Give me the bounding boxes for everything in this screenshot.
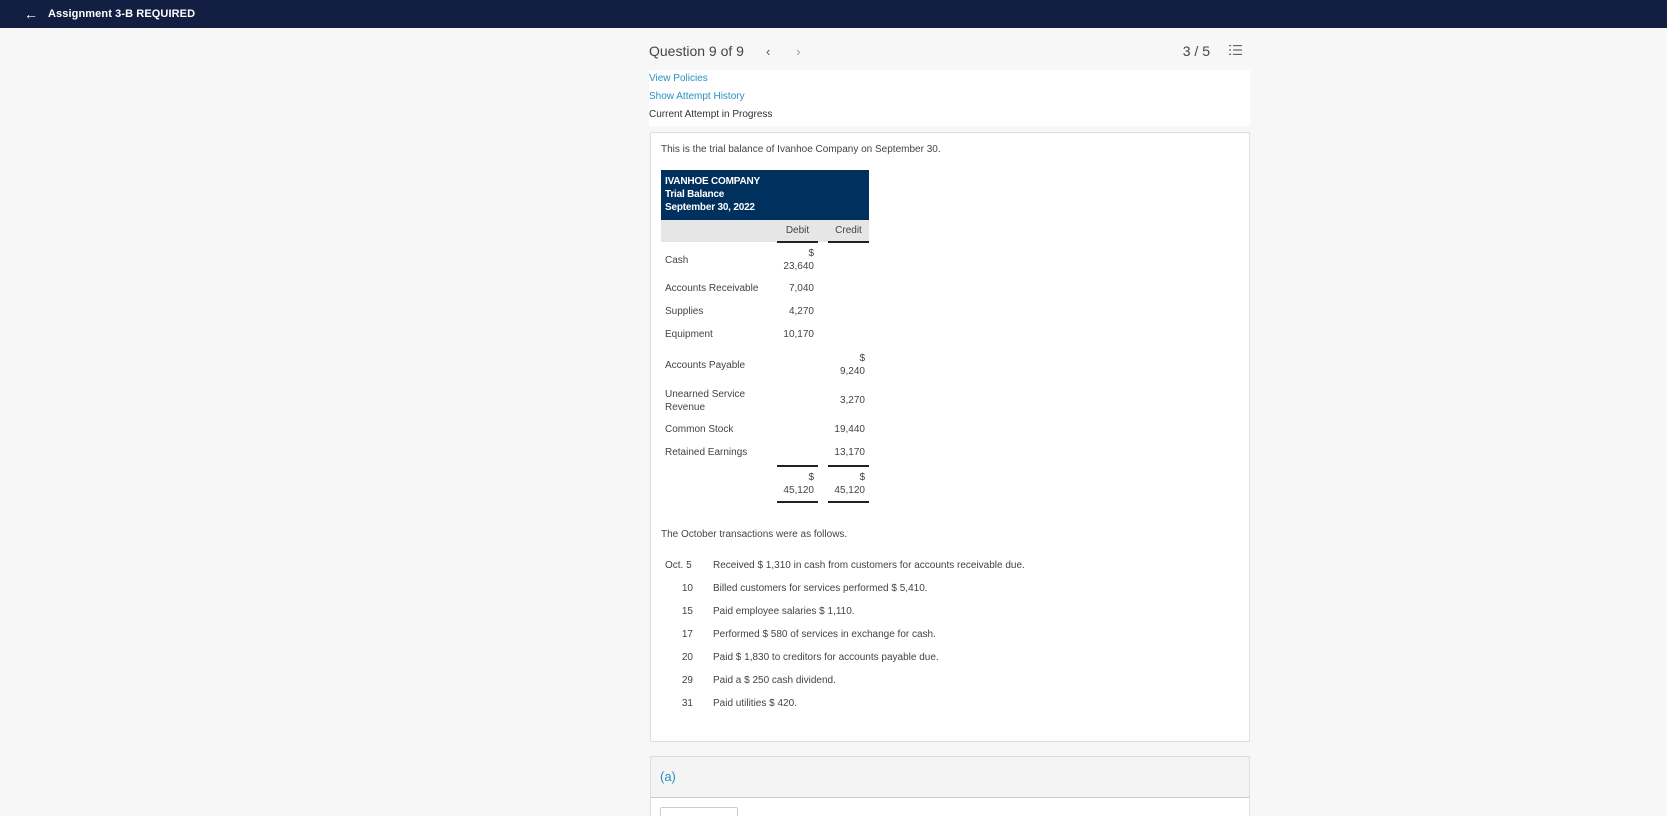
numbered-list-icon[interactable]	[1229, 44, 1242, 56]
totals-double-rule-credit	[828, 501, 869, 503]
table-row: Unearned Service Revenue 3,270	[661, 383, 869, 419]
top-bar: ← Assignment 3-B REQUIRED	[0, 0, 1667, 28]
transaction-description: Paid a $ 250 cash dividend.	[713, 675, 836, 686]
debit-header: Debit	[785, 225, 810, 236]
assignment-title: Assignment 3-B REQUIRED	[48, 8, 196, 20]
transaction-description: Billed customers for services performed …	[713, 583, 928, 594]
account-name: Cash	[665, 255, 689, 266]
problem-intro: This is the trial balance of Ivanhoe Com…	[661, 144, 941, 155]
arrow-left-icon[interactable]: ←	[24, 7, 38, 21]
account-name: Common Stock	[665, 424, 734, 435]
totals-double-rule-debit	[777, 501, 818, 503]
transaction-description: Performed $ 580 of services in exchange …	[713, 629, 936, 640]
transaction-date: 20	[681, 652, 693, 663]
question-score: 3 / 5	[1182, 43, 1210, 59]
table-row: Supplies 4,270	[661, 301, 869, 324]
debit-amount: 23,640	[783, 261, 814, 272]
transaction-date: 17	[681, 629, 693, 640]
table-row: Accounts Payable $ 9,240	[661, 347, 869, 383]
account-name: Equipment	[665, 329, 713, 340]
transaction-date: 15	[681, 606, 693, 617]
transaction-description: Paid $ 1,830 to creditors for accounts p…	[713, 652, 939, 663]
transactions-intro: The October transactions were as follows…	[661, 529, 848, 540]
transaction-date: 31	[681, 698, 693, 709]
total-credit: 45,120	[834, 485, 865, 496]
account-name: Supplies	[665, 306, 704, 317]
account-name: Unearned Service Revenue	[665, 389, 746, 413]
table-row: Equipment 10,170	[661, 324, 869, 347]
table-row: Common Stock 19,440	[661, 419, 869, 442]
view-policies-link[interactable]: View Policies	[649, 72, 1250, 90]
credit-amount: 9,240	[839, 366, 865, 377]
account-name: Retained Earnings	[665, 447, 748, 458]
debit-symbol: $	[808, 248, 814, 259]
transaction-date: Oct. 5	[665, 560, 692, 571]
next-question-button[interactable]: ›	[796, 44, 800, 59]
totals-top-rule-debit	[777, 465, 818, 467]
transaction-description: Paid utilities $ 420.	[713, 698, 797, 709]
debit-amount: 7,040	[788, 283, 814, 294]
part-a-body	[650, 798, 1250, 816]
transaction-description: Paid employee salaries $ 1,110.	[713, 606, 855, 617]
credit-amount: 19,440	[834, 424, 865, 435]
account-name: Accounts Payable	[665, 360, 746, 371]
part-a-header: (a)	[650, 756, 1250, 798]
total-debit-symbol: $	[808, 472, 814, 483]
table-row: Accounts Receivable 7,040	[661, 278, 869, 301]
column-headers: Debit Credit	[661, 220, 869, 243]
table-row: Retained Earnings 13,170	[661, 442, 869, 465]
statement-name: Trial Balance	[665, 189, 725, 200]
credit-symbol: $	[859, 353, 865, 364]
show-attempt-history-link[interactable]: Show Attempt History	[649, 90, 1250, 108]
statement-date: September 30, 2022	[665, 202, 755, 213]
question-links: View Policies Show Attempt History Curre…	[649, 70, 1250, 126]
account-name: Accounts Receivable	[665, 283, 759, 294]
credit-amount: 3,270	[839, 395, 865, 406]
previous-question-button[interactable]: ‹	[766, 44, 770, 59]
question-card: This is the trial balance of Ivanhoe Com…	[650, 132, 1250, 742]
attempt-status: Current Attempt in Progress	[649, 109, 773, 120]
totals-top-rule-credit	[828, 465, 869, 467]
answer-input-box[interactable]	[660, 807, 738, 816]
transaction-date: 29	[681, 675, 693, 686]
question-counter: Question 9 of 9	[649, 43, 744, 59]
total-debit: 45,120	[783, 485, 814, 496]
transaction-date: 10	[681, 583, 693, 594]
question-header: Question 9 of 9 ‹ › 3 / 5	[649, 36, 1250, 66]
credit-header: Credit	[835, 225, 862, 236]
company-name: IVANHOE COMPANY	[665, 176, 760, 187]
transaction-description: Received $ 1,310 in cash from customers …	[713, 560, 1025, 571]
trial-balance-heading: IVANHOE COMPANY Trial Balance September …	[661, 170, 869, 220]
part-a-label: (a)	[660, 769, 676, 784]
trial-balance-table: IVANHOE COMPANY Trial Balance September …	[661, 170, 869, 505]
total-credit-symbol: $	[859, 472, 865, 483]
table-row: Cash $ 23,640	[661, 242, 869, 278]
debit-amount: 10,170	[783, 329, 814, 340]
credit-amount: 13,170	[834, 447, 865, 458]
totals-row: $ 45,120 $ 45,120	[661, 465, 869, 505]
debit-amount: 4,270	[788, 306, 814, 317]
